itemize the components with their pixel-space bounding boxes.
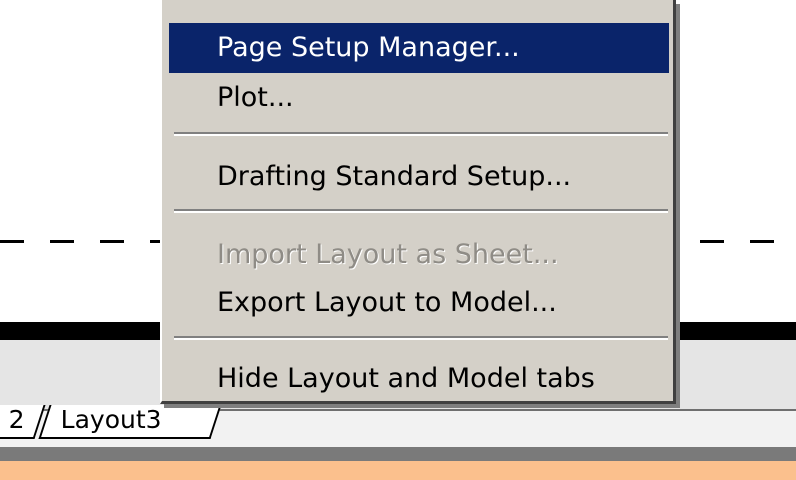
menu-separator bbox=[174, 336, 668, 340]
layout-context-menu: Page Setup Manager... Plot... Drafting S… bbox=[160, 0, 676, 404]
command-line-border bbox=[0, 447, 796, 461]
autocad-window: 2 Layout3 Page Setup Manager... Plot... … bbox=[0, 0, 796, 480]
menu-item-plot[interactable]: Plot... bbox=[169, 73, 669, 123]
menu-item-export-layout-to-model[interactable]: Export Layout to Model... bbox=[169, 278, 669, 328]
tab-layout3[interactable]: Layout3 bbox=[38, 405, 222, 439]
menu-item-page-setup-manager[interactable]: Page Setup Manager... bbox=[169, 23, 669, 73]
command-line[interactable] bbox=[0, 461, 796, 480]
menu-item-drafting-standard-setup[interactable]: Drafting Standard Setup... bbox=[169, 152, 669, 202]
menu-separator bbox=[174, 132, 668, 136]
tab-layout2-label: 2 bbox=[8, 405, 25, 434]
menu-separator bbox=[174, 209, 668, 213]
menu-item-import-layout-as-sheet: Import Layout as Sheet... bbox=[217, 239, 559, 270]
menu-item-hide-layout-and-model-tabs[interactable]: Hide Layout and Model tabs bbox=[169, 354, 669, 404]
tab-layout3-label: Layout3 bbox=[60, 405, 162, 434]
